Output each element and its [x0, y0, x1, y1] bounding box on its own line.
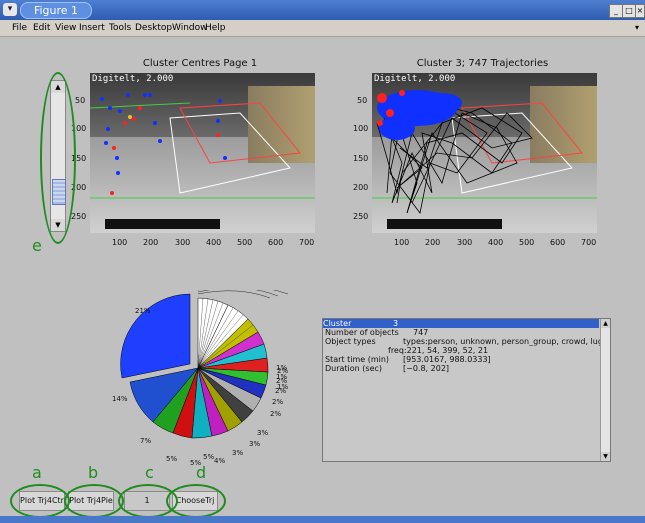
menu-overflow-icon[interactable]: ▾: [635, 23, 639, 32]
list-item[interactable]: Duration (sec) [−0.8, 202]: [325, 364, 449, 373]
system-menu-icon[interactable]: ▾: [3, 3, 17, 16]
info-value: [953.0167, 988.0333]: [403, 355, 491, 364]
pie-label: 14%: [112, 395, 128, 403]
info-label: Number of objects: [325, 328, 399, 337]
x-tick: 400: [488, 238, 504, 247]
menu-view[interactable]: View: [55, 23, 76, 33]
pie-label: 21%: [135, 307, 151, 315]
minimize-icon[interactable]: _: [609, 4, 623, 18]
menu-window[interactable]: Window: [172, 23, 208, 33]
y-tick: 250: [353, 212, 369, 221]
y-tick: 50: [357, 96, 368, 105]
info-label: Object types: [325, 337, 376, 346]
scroll-up-icon[interactable]: ▲: [601, 319, 610, 328]
x-tick: 300: [175, 238, 191, 247]
callout-d-ring: [166, 484, 226, 518]
trajectories-overlay: [372, 90, 597, 214]
callout-b-letter: b: [88, 463, 99, 482]
info-label: Duration (sec): [325, 364, 383, 373]
callout-c-letter: c: [145, 463, 154, 482]
list-item[interactable]: Number of objects 747: [325, 328, 428, 337]
menu-file[interactable]: File: [12, 23, 27, 33]
maximize-icon[interactable]: □: [622, 4, 636, 18]
callout-a-letter: a: [32, 463, 42, 482]
info-value: 3: [393, 319, 399, 328]
scroll-down-icon[interactable]: ▼: [601, 452, 610, 461]
x-tick: 100: [394, 238, 410, 247]
menu-tools[interactable]: Tools: [109, 23, 131, 33]
plot-image-2[interactable]: Digitelt, 2.000: [372, 73, 597, 233]
window-title: Figure 1: [20, 2, 92, 19]
pie-label: 1%: [277, 383, 289, 391]
pie-label: 3%: [232, 449, 244, 457]
cluster-info-listbox[interactable]: Cluster 3 Number of objects 747 Object typ…: [322, 318, 611, 462]
list-item[interactable]: Object types types:person, unknown, perso…: [325, 337, 600, 346]
pie-label: 1%: [276, 364, 288, 372]
callout-e-letter: e: [32, 236, 42, 255]
close-icon[interactable]: ×: [635, 4, 645, 18]
menu-edit[interactable]: Edit: [33, 23, 50, 33]
info-label: Cluster: [323, 319, 352, 328]
cluster-centres-overlay: [90, 93, 315, 199]
x-tick: 200: [143, 238, 159, 247]
x-tick: 500: [519, 238, 535, 247]
pie-label: 2%: [270, 410, 282, 418]
pie-slice: [120, 293, 191, 379]
pie-label: 4%: [214, 457, 226, 465]
x-tick: 100: [112, 238, 128, 247]
info-label: Start time (min): [325, 355, 390, 364]
y-tick: 50: [75, 96, 86, 105]
pie-label: 7%: [140, 437, 152, 445]
status-strip: [0, 516, 645, 523]
pie-label: 3%: [249, 440, 261, 448]
x-tick: 700: [299, 238, 315, 247]
menu-bar: File Edit View Insert Tools Desktop Wind…: [0, 20, 645, 37]
title-bar: ▾ Figure 1 _ □ ×: [0, 0, 645, 20]
y-tick: 100: [353, 124, 369, 133]
x-tick: 700: [581, 238, 597, 247]
x-tick: 200: [425, 238, 441, 247]
pie-label: 5%: [203, 453, 215, 461]
callout-d-letter: d: [196, 463, 207, 482]
info-value: freq:221, 54, 399, 52, 21: [388, 346, 489, 355]
callout-a-ring: [10, 484, 70, 518]
info-value: [−0.8, 202]: [403, 364, 450, 373]
info-value: types:person, unknown, person_group, cro…: [403, 337, 600, 346]
pie-label: 3%: [257, 429, 269, 437]
x-tick: 300: [457, 238, 473, 247]
pie-label: 5%: [166, 455, 178, 463]
x-tick: 600: [268, 238, 284, 247]
x-tick: 600: [550, 238, 566, 247]
y-tick: 150: [353, 154, 369, 163]
plot-title-2: Cluster 3; 747 Trajectories: [416, 58, 549, 69]
x-tick: 500: [237, 238, 253, 247]
x-tick: 400: [206, 238, 222, 247]
list-item[interactable]: Cluster 3: [323, 319, 599, 328]
menu-insert[interactable]: Insert: [79, 23, 105, 33]
info-value: 747: [413, 328, 429, 337]
pie-label: 2%: [272, 398, 284, 406]
menu-help[interactable]: Help: [205, 23, 226, 33]
listbox-scrollbar[interactable]: ▲ ▼: [600, 319, 610, 461]
callout-b-ring: [64, 484, 124, 518]
menu-desktop[interactable]: Desktop: [135, 23, 172, 33]
plot-title-1: Cluster Centres Page 1: [142, 58, 258, 69]
pie-label: 1%: [276, 373, 288, 381]
callout-e-ring: [40, 72, 76, 244]
y-tick: 250: [71, 212, 87, 221]
list-item[interactable]: Start time (min) [953.0167, 988.0333]: [325, 355, 491, 364]
plot-image-1[interactable]: Digitelt, 2.000: [90, 73, 315, 233]
y-tick: 200: [353, 183, 369, 192]
